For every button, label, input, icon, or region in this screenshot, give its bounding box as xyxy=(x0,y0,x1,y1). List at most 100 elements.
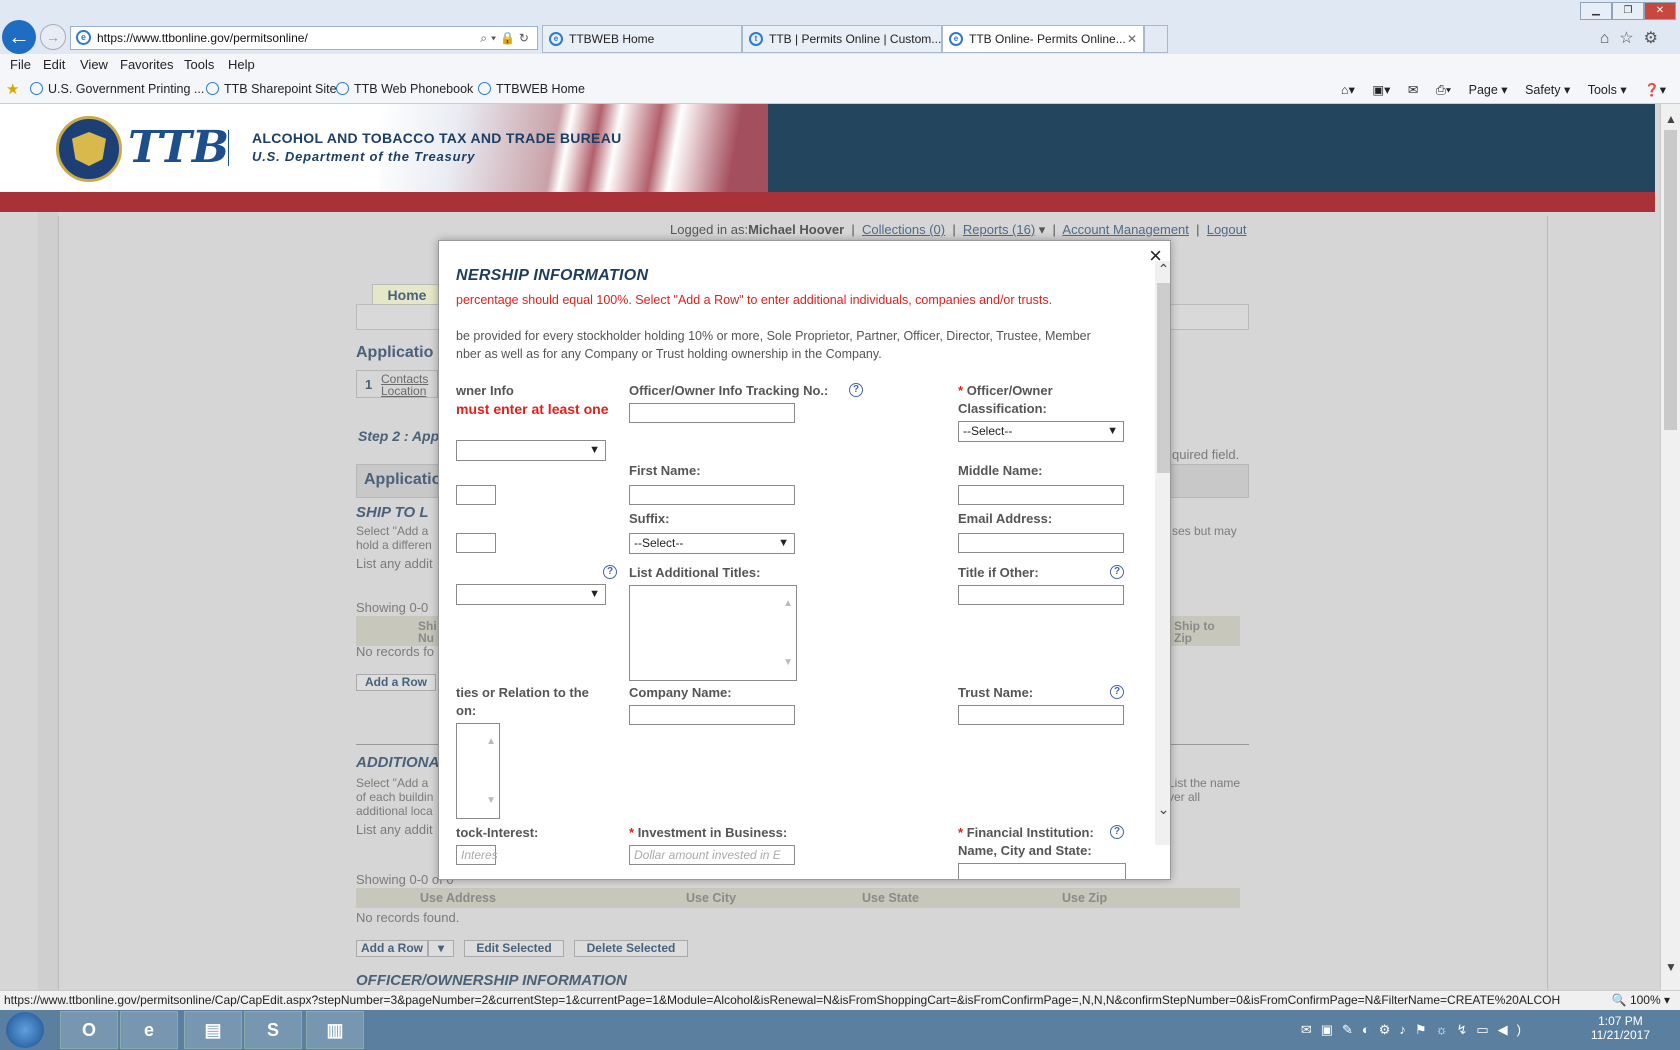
maximize-button[interactable]: ❐ xyxy=(1612,2,1644,20)
help-icon[interactable]: ? xyxy=(1110,685,1124,699)
system-tray-icons[interactable]: ✉▣✎◐⚙♪⚑☼↯▭◀) xyxy=(1301,1022,1530,1038)
safety-menu[interactable]: Safety ▾ xyxy=(1525,83,1570,97)
favorite-gpo[interactable]: U.S. Government Printing ... xyxy=(30,82,204,96)
clock[interactable]: 1:07 PM 11/21/2017 xyxy=(1591,1014,1650,1042)
financial-institution-textarea[interactable] xyxy=(958,863,1126,879)
edit-selected-button[interactable]: Edit Selected xyxy=(464,940,564,957)
classification-select-value: --Select-- xyxy=(963,424,1013,438)
add-row-button[interactable]: Add a Row xyxy=(356,674,436,691)
tracking-number-input[interactable] xyxy=(629,403,795,423)
grid-header-cell: Nu xyxy=(418,631,434,645)
menu-tools[interactable]: Tools xyxy=(184,57,214,72)
app-window-icon[interactable]: ▥ xyxy=(306,1011,364,1049)
grid-header-cell: Zip xyxy=(1174,631,1192,645)
first-name-input[interactable] xyxy=(629,485,795,505)
home-tab[interactable]: Home xyxy=(372,284,442,306)
address-text[interactable]: https://www.ttbonline.gov/permitsonline/ xyxy=(97,31,308,45)
account-management-link[interactable]: Account Management xyxy=(1062,222,1188,237)
title-input[interactable] xyxy=(456,533,496,553)
delete-selected-button[interactable]: Delete Selected xyxy=(574,940,688,957)
menu-view[interactable]: View xyxy=(80,57,108,72)
menu-favorites[interactable]: Favorites xyxy=(120,57,173,72)
modal-scroll-thumb[interactable] xyxy=(1157,283,1170,473)
grid-header-use-city[interactable]: Use City xyxy=(686,891,736,905)
email-input[interactable] xyxy=(958,533,1124,553)
investment-label: * Investment in Business: xyxy=(629,825,787,840)
favorites-star-icon[interactable]: ★ xyxy=(6,80,19,98)
mail-icon[interactable]: ✉ xyxy=(1408,83,1418,97)
skype-icon[interactable]: S xyxy=(244,1011,302,1049)
scroll-down-icon[interactable]: ▼ xyxy=(1665,960,1677,974)
help-icon[interactable]: ? xyxy=(1110,565,1124,579)
middle-name-input[interactable] xyxy=(958,485,1124,505)
favorite-ttbweb-home[interactable]: TTBWEB Home xyxy=(478,82,585,96)
favorite-sharepoint[interactable]: TTB Sharepoint Site xyxy=(206,82,337,96)
outlook-icon[interactable]: O xyxy=(60,1011,118,1049)
start-button[interactable] xyxy=(6,1012,44,1048)
menu-edit[interactable]: Edit xyxy=(43,57,65,72)
print-icon[interactable]: ⎙▾ xyxy=(1436,83,1451,97)
additional-titles-textarea[interactable]: ▲ ▼ xyxy=(629,585,797,681)
help-icon[interactable]: ? xyxy=(1110,825,1124,839)
grid-header-use-state[interactable]: Use State xyxy=(862,891,919,905)
reports-dropdown-icon[interactable]: ▾ xyxy=(1035,222,1046,237)
add-row-button[interactable]: Add a Row xyxy=(356,940,428,957)
scroll-up-icon[interactable]: ▲ xyxy=(1665,112,1677,126)
close-window-button[interactable]: ✕ xyxy=(1644,2,1676,20)
classification-label-text: Officer/Owner xyxy=(966,383,1053,398)
address-tools-icons[interactable]: ⌕▾🔒↻ xyxy=(480,27,533,49)
zoom-control[interactable]: 🔍 100% ▾ xyxy=(1605,991,1670,1010)
internet-explorer-icon[interactable]: e xyxy=(120,1011,178,1049)
step-indicator[interactable]: 1 Contacts Location xyxy=(356,370,438,398)
close-tab-icon[interactable]: ✕ xyxy=(1127,26,1137,52)
suffix-select[interactable]: --Select-- ▼ xyxy=(629,533,795,554)
tab-permits-online-active[interactable]: e TTB Online- Permits Online... ✕ xyxy=(942,25,1144,53)
file-explorer-icon[interactable]: ▤ xyxy=(184,1011,242,1049)
page-menu[interactable]: Page ▾ xyxy=(1469,83,1508,97)
chevron-down-icon[interactable]: ⌄ xyxy=(1155,801,1170,821)
company-name-input[interactable] xyxy=(629,705,795,725)
investment-input[interactable]: Dollar amount invested in E xyxy=(629,845,795,865)
back-button[interactable]: ← xyxy=(2,20,36,54)
modal-body: NERSHIP INFORMATION percentage should eq… xyxy=(439,241,1155,879)
help-icon[interactable]: ? xyxy=(603,565,617,579)
favorite-phonebook[interactable]: TTB Web Phonebook xyxy=(336,82,473,96)
feeds-icon[interactable]: ▣▾ xyxy=(1372,83,1390,97)
grid-header-use-address[interactable]: Use Address xyxy=(420,891,496,905)
step-location-link[interactable]: Location xyxy=(381,384,426,398)
add-row-dropdown-icon[interactable]: ▾ xyxy=(428,940,454,957)
title-other-input[interactable] xyxy=(958,585,1124,605)
favorite-label: TTB Web Phonebook xyxy=(354,82,474,96)
home-icon[interactable]: ⌂▾ xyxy=(1341,83,1355,97)
forward-button[interactable]: → xyxy=(40,24,66,50)
browser-toolbar-icons[interactable]: ⌂☆⚙ xyxy=(1600,28,1668,48)
menu-help[interactable]: Help xyxy=(228,57,255,72)
title-select[interactable]: ▼ xyxy=(456,584,606,605)
last-name-input[interactable] xyxy=(456,485,496,505)
chevron-down-icon: ▼ xyxy=(1107,425,1118,437)
owner-type-select[interactable]: ▼ xyxy=(456,440,606,461)
modal-instructions: nber as well as for any Company or Trust… xyxy=(456,347,882,361)
classification-select[interactable]: --Select-- ▼ xyxy=(958,421,1124,442)
collections-link[interactable]: Collections (0) xyxy=(862,222,945,237)
help-icon[interactable]: ❓▾ xyxy=(1644,83,1666,97)
help-icon[interactable]: ? xyxy=(849,383,863,397)
grid-header-use-zip[interactable]: Use Zip xyxy=(1062,891,1107,905)
duties-textarea[interactable]: ▲ ▼ xyxy=(456,723,500,819)
stock-interest-input[interactable]: Interes xyxy=(456,845,498,865)
trust-name-input[interactable] xyxy=(958,705,1124,725)
chevron-up-icon[interactable]: ⌃ xyxy=(1155,261,1170,281)
logout-link[interactable]: Logout xyxy=(1207,222,1247,237)
minimize-button[interactable]: ▁ xyxy=(1580,2,1612,20)
address-bar[interactable]: e https://www.ttbonline.gov/permitsonlin… xyxy=(70,26,538,50)
new-tab-button[interactable] xyxy=(1144,25,1168,53)
tools-menu[interactable]: Tools ▾ xyxy=(1588,83,1627,97)
page-scroll-thumb[interactable] xyxy=(1664,130,1677,430)
tab-permits-online-custom[interactable]: t TTB | Permits Online | Custom... xyxy=(742,25,942,53)
ttb-logo[interactable]: TTB xyxy=(128,122,229,173)
tab-ttbweb-home[interactable]: e TTBWEB Home xyxy=(542,25,742,53)
page-scrollbar[interactable]: ▲ ▼ xyxy=(1660,104,1680,990)
menu-file[interactable]: File xyxy=(10,57,31,72)
reports-link[interactable]: Reports (16) xyxy=(963,222,1035,237)
application-section-title: Applicatio xyxy=(364,471,442,488)
